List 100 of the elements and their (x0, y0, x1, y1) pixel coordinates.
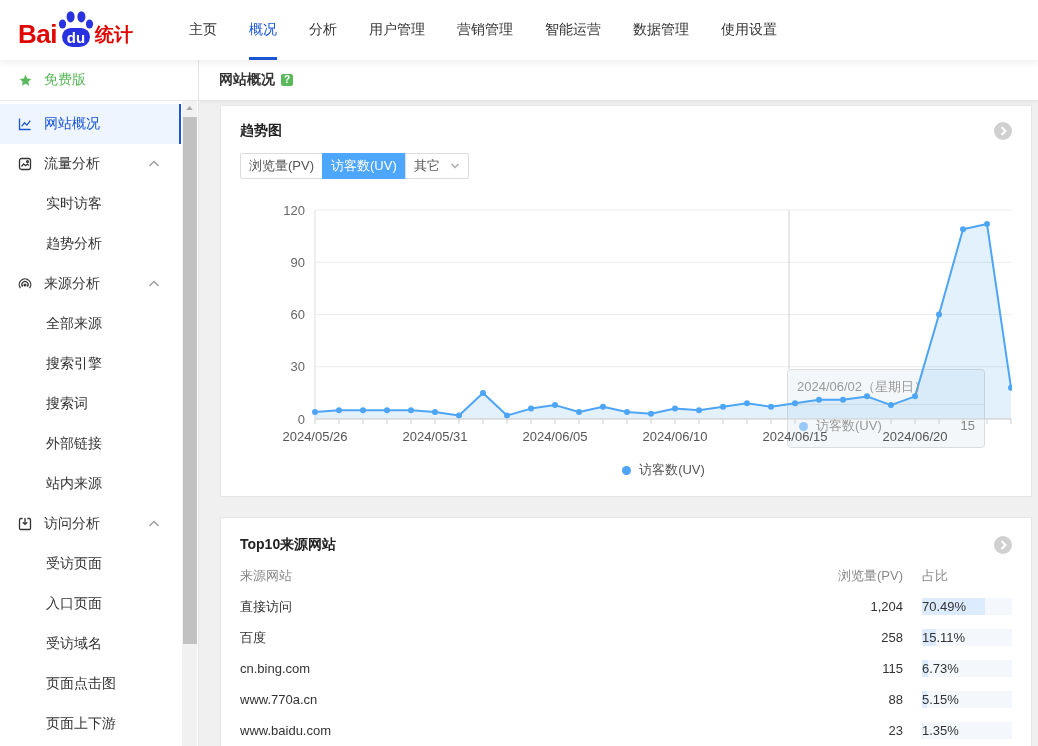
data-point (408, 407, 414, 414)
sidebar-item[interactable]: 趋势分析 (0, 224, 181, 264)
tooltip-date: 2024/06/02（星期日） (797, 378, 928, 396)
share-value: 5.15% (922, 691, 959, 708)
sidebar-item[interactable]: 页面上下游 (0, 704, 181, 744)
table-cell-text: 258 (880, 629, 903, 647)
sidebar-item[interactable]: 实时访客 (0, 184, 181, 224)
nav-tab[interactable]: 使用设置 (721, 0, 777, 60)
data-point (312, 409, 318, 416)
data-point (744, 400, 750, 407)
logo-text: Bai (18, 22, 57, 47)
sidebar-item[interactable]: 搜索词 (0, 384, 181, 424)
data-point (336, 407, 342, 414)
nav-tab[interactable]: 智能运营 (545, 0, 601, 60)
nav-tab[interactable]: 用户管理 (369, 0, 425, 60)
sidebar-item[interactable]: 网站概况 (0, 104, 181, 144)
data-point (912, 393, 918, 400)
sidebar-item[interactable]: 外部链接 (0, 424, 181, 464)
data-point (552, 402, 558, 409)
star-icon (19, 73, 32, 87)
sidebar-group[interactable]: 来源分析 (0, 264, 181, 304)
logo-badge: du (61, 28, 91, 47)
arrow-circle-icon[interactable] (994, 536, 1012, 554)
sidebar-item[interactable]: 入口页面 (0, 584, 181, 624)
share-value: 1.35% (922, 722, 959, 739)
paw-icon (57, 11, 94, 30)
table-cell-text: 直接访问 (240, 597, 293, 616)
table-cell-text: 23 (887, 722, 903, 740)
share-value: 6.73% (922, 660, 959, 677)
data-point (840, 396, 846, 403)
share-value: 15.11% (922, 629, 966, 646)
data-point (768, 403, 774, 410)
data-point (456, 412, 462, 419)
caret-icon (449, 161, 460, 171)
sidebar-item[interactable]: 受访域名 (0, 624, 181, 664)
table-cell-text: www.770a.cn (240, 691, 319, 709)
x-axis-label: 2024/05/31 (402, 429, 468, 444)
column-header: 浏览量(PV) (837, 566, 903, 585)
sidebar-item[interactable]: 全部来源 (0, 304, 181, 344)
data-point (528, 405, 534, 412)
y-axis-label: 90 (290, 254, 305, 270)
sidebar-item[interactable]: 页面点击图 (0, 664, 181, 704)
data-point (624, 409, 630, 416)
data-point (432, 409, 438, 416)
y-axis-label: 0 (297, 411, 305, 427)
nav-tab[interactable]: 概况 (249, 0, 277, 60)
data-point (696, 407, 702, 414)
arrow-circle-icon[interactable] (994, 122, 1012, 140)
y-axis-label: 120 (283, 202, 305, 218)
signal-icon (18, 277, 32, 291)
data-point (600, 403, 606, 410)
legend-label[interactable]: 访客数(UV) (639, 461, 705, 479)
logo-text: 统计 (94, 23, 133, 47)
metric-dropdown[interactable]: 其它 (404, 153, 469, 179)
legend-dot-icon (799, 421, 808, 431)
data-point (816, 396, 822, 403)
table-cell-text: 115 (881, 660, 903, 678)
data-point (504, 412, 510, 419)
column-header: 占比 (922, 566, 949, 585)
x-axis-label: 2024/06/10 (642, 429, 708, 444)
data-point (672, 405, 678, 412)
x-axis-label: 2024/06/05 (522, 429, 588, 444)
scrollbar[interactable] (182, 101, 197, 746)
table-cell-text: 88 (887, 691, 903, 709)
data-point (384, 407, 390, 414)
y-axis-label: 30 (290, 359, 305, 375)
column-header: 来源网站 (240, 566, 293, 585)
metric-tab[interactable]: 浏览量(PV) (240, 153, 323, 179)
data-point (360, 407, 366, 414)
scroll-up-icon[interactable] (186, 106, 193, 110)
data-point (1008, 384, 1012, 391)
scrollbar-thumb[interactable] (182, 117, 197, 644)
picture-icon (18, 157, 32, 171)
card-title: Top10来源网站 (240, 536, 337, 554)
sidebar-item[interactable]: 受访页面 (0, 544, 181, 584)
legend-dot-icon[interactable] (622, 465, 632, 475)
data-point (864, 393, 870, 400)
data-point (936, 311, 942, 318)
data-point (960, 226, 966, 233)
table-cell-text: 1,204 (869, 598, 903, 616)
line-chart-icon (18, 117, 32, 131)
table-cell-text: cn.bing.com (240, 660, 312, 678)
tooltip-value: 15 (960, 417, 975, 435)
nav-tab[interactable]: 分析 (309, 0, 337, 60)
data-point (648, 410, 654, 417)
nav-tab[interactable]: 数据管理 (633, 0, 689, 60)
x-axis-label: 2024/05/26 (282, 429, 348, 444)
nav-tab[interactable]: 营销管理 (457, 0, 513, 60)
data-point (888, 402, 894, 409)
share-value: 70.49% (922, 598, 967, 615)
data-point (720, 403, 726, 410)
sidebar-group[interactable]: 访问分析 (0, 504, 181, 544)
nav-tab[interactable]: 主页 (189, 0, 217, 60)
table-cell-text: 百度 (240, 628, 267, 647)
table-cell-text: www.baidu.com (240, 722, 333, 740)
page-title: 网站概况 (219, 71, 275, 89)
sidebar-item[interactable]: 站内来源 (0, 464, 181, 504)
sidebar-group[interactable]: 流量分析 (0, 144, 181, 184)
data-point (576, 409, 582, 416)
sidebar-item[interactable]: 搜索引擎 (0, 344, 181, 384)
